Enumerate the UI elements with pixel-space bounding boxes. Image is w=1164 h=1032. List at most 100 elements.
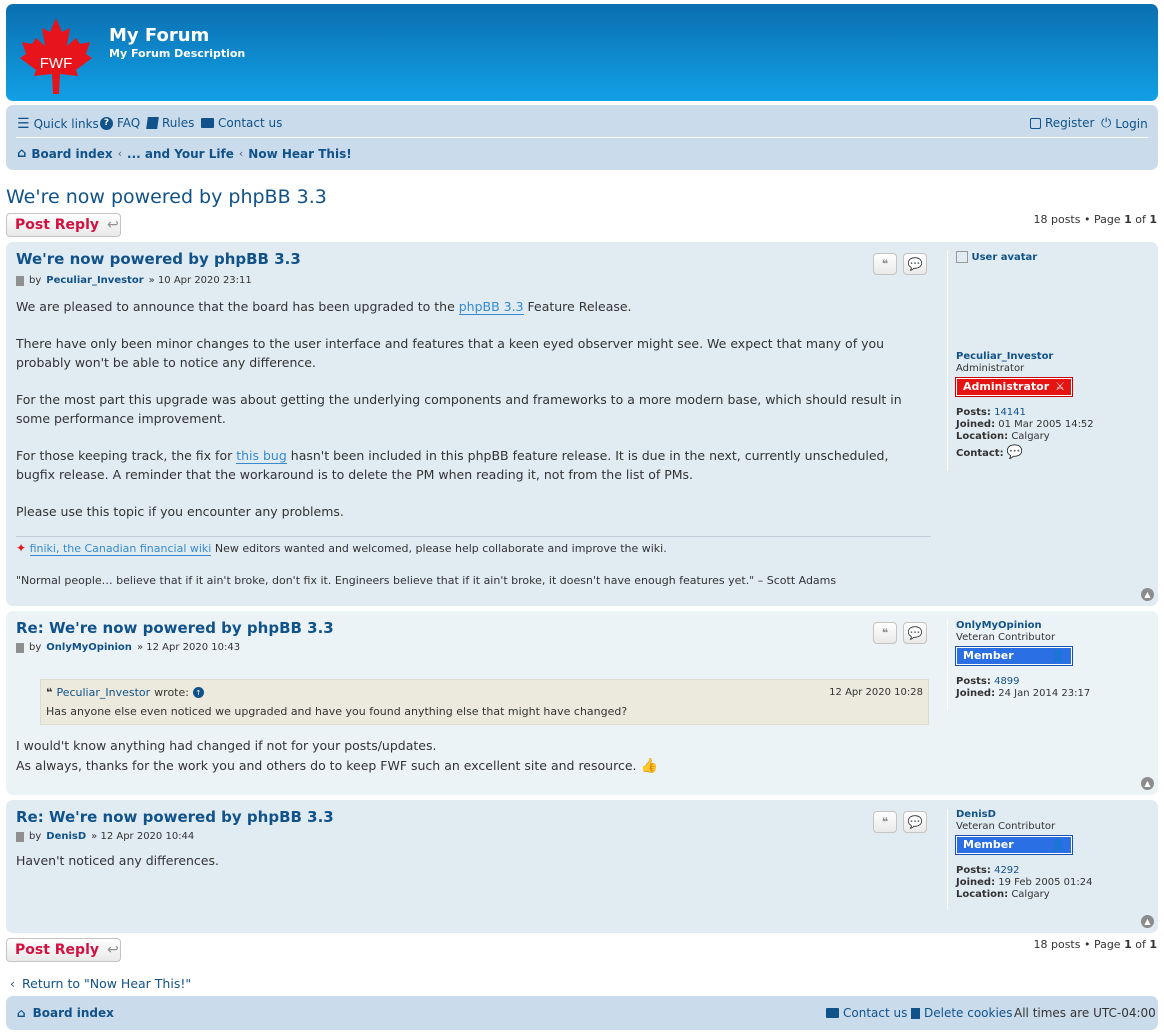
post-profile: DenisD Veteran Contributor Member 👤 Post…	[947, 809, 1093, 909]
breadcrumb-your-life[interactable]: ... and Your Life	[127, 147, 234, 161]
reply-icon: ↩	[107, 942, 119, 958]
return-label[interactable]: Return to "Now Hear This!"	[22, 976, 191, 991]
location-label: Location:	[956, 889, 1009, 900]
quote-button[interactable]: ❝	[873, 253, 897, 275]
profile-username[interactable]: DenisD	[956, 809, 1093, 821]
footer-contact-link[interactable]: Contact us	[826, 1006, 907, 1020]
post-reply-button-bottom[interactable]: Post Reply ↩	[6, 938, 121, 962]
signature: ✦ finiki, the Canadian financial wiki Ne…	[16, 536, 931, 587]
bug-link[interactable]: this bug	[236, 447, 287, 464]
breadcrumb-board-index[interactable]: Board index	[31, 147, 112, 161]
quick-links-button[interactable]: ☰ Quick links	[17, 116, 99, 132]
broken-image-icon	[956, 251, 968, 263]
signature-quote: "Normal people… believe that if it ain't…	[16, 574, 837, 587]
posts-count[interactable]: 14141	[994, 407, 1026, 418]
rank-badge-member: Member 👤	[956, 647, 1072, 665]
profile-title: Veteran Contributor	[956, 821, 1056, 832]
quote-icon: ❝	[881, 257, 889, 271]
contact-us-link[interactable]: Contact us	[201, 116, 282, 130]
rules-link[interactable]: Rules	[146, 116, 194, 130]
profile-username[interactable]: OnlyMyOpinion	[956, 620, 1090, 632]
posts-count[interactable]: 4292	[994, 865, 1019, 876]
maple-leaf-logo[interactable]: FWF	[18, 16, 94, 96]
delete-cookies-label[interactable]: Delete cookies	[924, 1006, 1012, 1020]
post-author[interactable]: Peculiar_Investor	[46, 275, 143, 286]
breadcrumb-now-hear-this[interactable]: Now Hear This!	[248, 147, 351, 161]
phpbb-link[interactable]: phpBB 3.3	[458, 299, 524, 315]
post-date: » 12 Apr 2020 10:43	[136, 642, 241, 653]
rank-label: Administrator	[963, 380, 1050, 393]
trash-icon	[911, 1007, 920, 1019]
post-text: As always, thanks for the work you and o…	[16, 757, 637, 773]
document-icon[interactable]	[16, 275, 24, 286]
timezone-text: All times are UTC-04:00	[1014, 1006, 1156, 1020]
joined-date: 01 Mar 2005 14:52	[998, 419, 1094, 430]
post-title[interactable]: We're now powered by phpBB 3.3	[16, 250, 301, 268]
arrow-up-circle-icon[interactable]: ↑	[192, 687, 204, 698]
chevron-left-icon: ‹	[10, 976, 15, 991]
profile-username[interactable]: Peculiar_Investor	[956, 351, 1094, 363]
post-1: We're now powered by phpBB 3.3 by Peculi…	[6, 242, 1158, 606]
footer-contact-label[interactable]: Contact us	[843, 1006, 907, 1020]
document-icon[interactable]	[16, 831, 24, 842]
post-content: I would't know anything had changed if n…	[16, 736, 931, 776]
post-title[interactable]: Re: We're now powered by phpBB 3.3	[16, 619, 334, 637]
svg-text:FWF: FWF	[40, 55, 72, 72]
post-author[interactable]: DenisD	[46, 831, 86, 842]
quote-button[interactable]: ❝	[873, 622, 897, 644]
location-value: Calgary	[1011, 889, 1050, 900]
rank-label: Member	[963, 649, 1014, 662]
signature-text: New editors wanted and welcomed, please …	[211, 542, 667, 555]
contact-bubble-icon[interactable]: 💬	[1007, 445, 1023, 460]
contact-us-label: Contact us	[218, 116, 283, 130]
back-to-top-icon[interactable]: ▲	[1141, 777, 1154, 790]
site-header: FWF My Forum My Forum Description	[6, 4, 1158, 101]
reply-chat-button[interactable]: 💬	[903, 811, 927, 833]
avatar-alt-text: User avatar	[971, 252, 1038, 263]
pagination-prefix: 18 posts • Page	[1033, 938, 1121, 951]
breadcrumb-separator: ‹	[238, 147, 244, 160]
back-to-top-icon[interactable]: ▲	[1141, 915, 1154, 928]
post-reply-button-top[interactable]: Post Reply ↩	[6, 213, 121, 237]
power-icon: ⏻	[1101, 116, 1112, 131]
finiki-link[interactable]: finiki, the Canadian financial wiki	[29, 542, 212, 556]
site-title[interactable]: My Forum	[109, 25, 209, 46]
topic-title[interactable]: We're now powered by phpBB 3.3	[6, 186, 327, 208]
page-total: 1	[1149, 213, 1157, 226]
post-title[interactable]: Re: We're now powered by phpBB 3.3	[16, 808, 334, 826]
post-profile: User avatar Peculiar_Investor Administra…	[947, 251, 1094, 471]
delete-cookies-link[interactable]: Delete cookies	[911, 1006, 1012, 1020]
profile-title: Administrator	[956, 363, 1025, 374]
page-total: 1	[1149, 938, 1157, 951]
rank-badge-admin: Administrator ⚔	[956, 378, 1072, 396]
user-icon: 👤	[1051, 649, 1065, 662]
reply-chat-button[interactable]: 💬	[903, 622, 927, 644]
home-icon: ⌂	[17, 1006, 26, 1020]
faq-link[interactable]: ? FAQ	[100, 116, 140, 130]
comment-icon: 💬	[907, 626, 923, 640]
quick-links-label: Quick links	[33, 117, 99, 131]
joined-label: Joined:	[956, 877, 996, 888]
quote-button[interactable]: ❝	[873, 811, 897, 833]
document-icon[interactable]	[16, 642, 24, 653]
user-avatar[interactable]: User avatar	[956, 251, 1094, 351]
post-author-line: by Peculiar_Investor » 10 Apr 2020 23:11	[16, 275, 252, 286]
footer-board-index[interactable]: ⌂ Board index	[17, 1006, 114, 1020]
post-text: I would't know anything had changed if n…	[16, 738, 437, 753]
register-link[interactable]: Register	[1030, 116, 1094, 130]
post-reply-label: Post Reply	[15, 942, 99, 958]
envelope-icon	[201, 118, 214, 128]
posts-count[interactable]: 4899	[994, 676, 1019, 687]
post-author[interactable]: OnlyMyOpinion	[46, 642, 132, 653]
reply-chat-button[interactable]: 💬	[903, 253, 927, 275]
quote-author[interactable]: Peculiar_Investor	[56, 686, 150, 699]
rank-badge-member: Member 👤	[956, 836, 1072, 854]
navbar: ☰ Quick links ? FAQ Rules Contact us Reg…	[6, 105, 1158, 170]
post-reply-label: Post Reply	[15, 217, 99, 233]
page-current: 1	[1124, 938, 1132, 951]
return-link[interactable]: ‹ Return to "Now Hear This!"	[10, 976, 191, 991]
footer-board-index-label[interactable]: Board index	[33, 1006, 114, 1020]
login-link[interactable]: ⏻ Login	[1101, 116, 1148, 131]
back-to-top-icon[interactable]: ▲	[1141, 588, 1154, 601]
joined-label: Joined:	[956, 419, 996, 430]
